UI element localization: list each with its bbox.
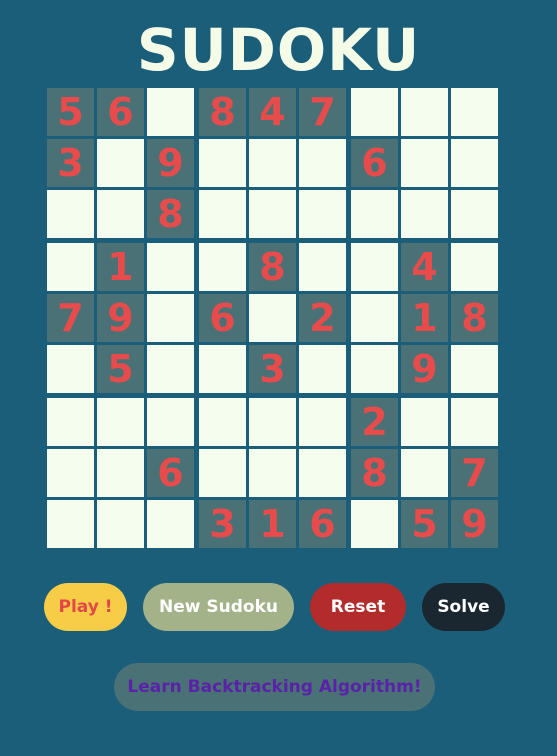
page-title: SUDOKU: [136, 16, 421, 84]
sudoku-cell[interactable]: [47, 243, 94, 291]
sudoku-cell[interactable]: 8: [199, 88, 246, 136]
sudoku-cell[interactable]: [97, 398, 144, 446]
sudoku-cell[interactable]: 1: [97, 243, 144, 291]
sudoku-cell[interactable]: 2: [299, 294, 346, 342]
sudoku-cell[interactable]: [451, 243, 498, 291]
sudoku-cell[interactable]: 1: [401, 294, 448, 342]
sudoku-cell[interactable]: 5: [47, 88, 94, 136]
sudoku-cell[interactable]: [299, 243, 346, 291]
sudoku-cell[interactable]: [249, 139, 296, 187]
sudoku-cell[interactable]: [199, 190, 246, 238]
sudoku-cell[interactable]: [199, 345, 246, 393]
sudoku-cell[interactable]: [199, 139, 246, 187]
new-sudoku-button[interactable]: New Sudoku: [143, 583, 294, 631]
sudoku-cell[interactable]: [351, 190, 398, 238]
play-button[interactable]: Play !: [44, 583, 127, 631]
sudoku-cell[interactable]: [97, 190, 144, 238]
sudoku-cell[interactable]: [249, 449, 296, 497]
sudoku-cell[interactable]: [401, 449, 448, 497]
sudoku-cell[interactable]: 8: [451, 294, 498, 342]
sudoku-cell[interactable]: [147, 345, 194, 393]
sudoku-cell[interactable]: 8: [147, 190, 194, 238]
sudoku-cell[interactable]: [47, 398, 94, 446]
sudoku-cell[interactable]: 9: [97, 294, 144, 342]
sudoku-cell[interactable]: 6: [97, 88, 144, 136]
sudoku-cell[interactable]: [351, 500, 398, 548]
controls-bar: Play ! New Sudoku Reset Solve: [0, 583, 557, 631]
sudoku-cell[interactable]: 6: [147, 449, 194, 497]
sudoku-cell[interactable]: 2: [351, 398, 398, 446]
sudoku-cell[interactable]: 9: [147, 139, 194, 187]
sudoku-cell[interactable]: [97, 449, 144, 497]
sudoku-cell[interactable]: 8: [351, 449, 398, 497]
sudoku-cell[interactable]: 7: [299, 88, 346, 136]
sudoku-cell[interactable]: [299, 398, 346, 446]
sudoku-cell[interactable]: [249, 190, 296, 238]
sudoku-cell[interactable]: [299, 190, 346, 238]
sudoku-board: 568473968184796218539268731659: [47, 88, 502, 548]
sudoku-cell[interactable]: [47, 449, 94, 497]
sudoku-cell[interactable]: 1: [249, 500, 296, 548]
sudoku-cell[interactable]: [401, 190, 448, 238]
sudoku-cell[interactable]: [451, 345, 498, 393]
sudoku-cell[interactable]: 8: [249, 243, 296, 291]
reset-button[interactable]: Reset: [310, 583, 406, 631]
sudoku-cell[interactable]: [199, 398, 246, 446]
sudoku-cell[interactable]: [451, 190, 498, 238]
sudoku-cell[interactable]: 4: [249, 88, 296, 136]
sudoku-cell[interactable]: [249, 294, 296, 342]
sudoku-cell[interactable]: [147, 398, 194, 446]
sudoku-cell[interactable]: [147, 294, 194, 342]
sudoku-cell[interactable]: [199, 449, 246, 497]
sudoku-cell[interactable]: [147, 500, 194, 548]
sudoku-cell[interactable]: [351, 88, 398, 136]
sudoku-cell[interactable]: 7: [451, 449, 498, 497]
sudoku-cell[interactable]: [351, 345, 398, 393]
learn-backtracking-button[interactable]: Learn Backtracking Algorithm!: [114, 663, 435, 711]
sudoku-cell[interactable]: 7: [47, 294, 94, 342]
sudoku-cell[interactable]: [401, 398, 448, 446]
sudoku-cell[interactable]: 9: [451, 500, 498, 548]
sudoku-cell[interactable]: 3: [199, 500, 246, 548]
sudoku-cell[interactable]: [299, 139, 346, 187]
sudoku-cell[interactable]: [47, 500, 94, 548]
sudoku-cell[interactable]: [47, 345, 94, 393]
sudoku-cell[interactable]: 6: [351, 139, 398, 187]
sudoku-cell[interactable]: 4: [401, 243, 448, 291]
sudoku-cell[interactable]: [147, 243, 194, 291]
sudoku-cell[interactable]: [451, 398, 498, 446]
sudoku-cell[interactable]: 6: [199, 294, 246, 342]
sudoku-cell[interactable]: [47, 190, 94, 238]
sudoku-cell[interactable]: [401, 88, 448, 136]
sudoku-cell[interactable]: [401, 139, 448, 187]
sudoku-cell[interactable]: [351, 294, 398, 342]
sudoku-cell[interactable]: 3: [47, 139, 94, 187]
sudoku-cell[interactable]: [451, 88, 498, 136]
sudoku-cell[interactable]: [199, 243, 246, 291]
sudoku-cell[interactable]: 5: [97, 345, 144, 393]
sudoku-cell[interactable]: 5: [401, 500, 448, 548]
sudoku-cell[interactable]: [299, 449, 346, 497]
solve-button[interactable]: Solve: [422, 583, 505, 631]
sudoku-cell[interactable]: [97, 500, 144, 548]
sudoku-cell[interactable]: 3: [249, 345, 296, 393]
sudoku-cell[interactable]: [451, 139, 498, 187]
sudoku-cell[interactable]: [97, 139, 144, 187]
sudoku-cell[interactable]: [147, 88, 194, 136]
sudoku-cell[interactable]: [299, 345, 346, 393]
sudoku-cell[interactable]: 6: [299, 500, 346, 548]
sudoku-cell[interactable]: 9: [401, 345, 448, 393]
sudoku-cell[interactable]: [351, 243, 398, 291]
sudoku-cell[interactable]: [249, 398, 296, 446]
